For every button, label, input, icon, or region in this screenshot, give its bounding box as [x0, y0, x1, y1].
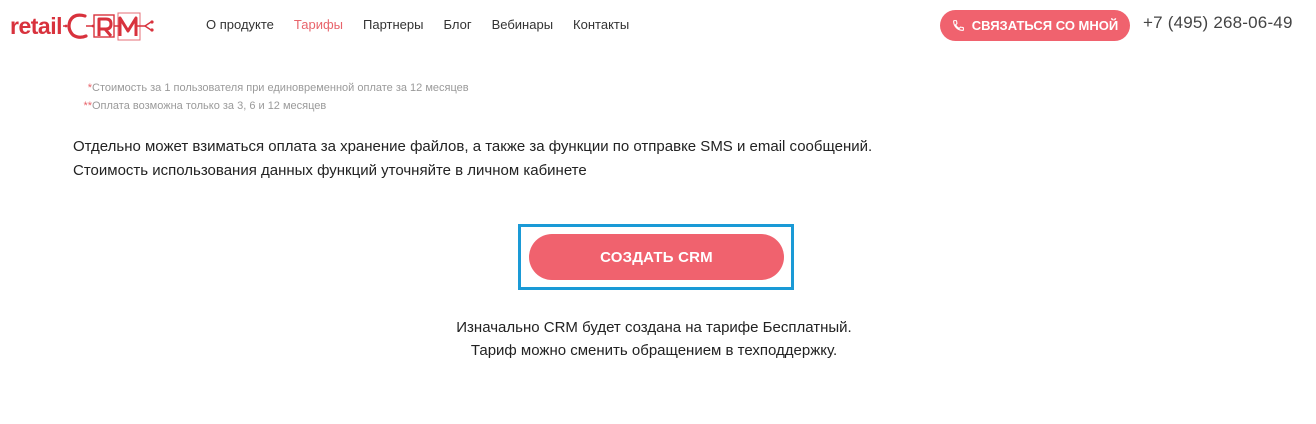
logo-prefix: retail: [10, 12, 62, 39]
nav-item-blog[interactable]: Блог: [444, 17, 472, 32]
tariff-note-line: Изначально CRM будет создана на тарифе Б…: [456, 319, 852, 336]
footnotes: * Стоимость за 1 пользователя при единов…: [72, 79, 469, 115]
footnote-text: Оплата возможна только за 3, 6 и 12 меся…: [92, 100, 327, 112]
extra-charges-description: Отдельно может взиматься оплата за хране…: [73, 135, 872, 183]
phone-number[interactable]: +7 (495) 268-06-49: [1143, 13, 1293, 33]
nav-item-product[interactable]: О продукте: [206, 17, 274, 32]
footnote-mark: *: [87, 82, 92, 94]
tariff-note-line: Тариф можно сменить обращением в техподд…: [470, 342, 838, 359]
phone-icon: [952, 19, 965, 32]
site-header: retail О продукте Тарифы Партнеры Блог В…: [0, 0, 1316, 52]
contact-me-label: СВЯЗАТЬСЯ СО МНОЙ: [971, 18, 1119, 33]
create-crm-button[interactable]: СОЗДАТЬ CRM: [529, 234, 784, 280]
page: retail О продукте Тарифы Партнеры Блог В…: [0, 0, 1316, 424]
footnote-row: * Стоимость за 1 пользователя при единов…: [72, 79, 469, 97]
contact-me-button[interactable]: СВЯЗАТЬСЯ СО МНОЙ: [940, 10, 1130, 41]
crm-logo-mark: [62, 12, 154, 41]
footnote-text: Стоимость за 1 пользователя при единовре…: [92, 82, 469, 94]
retailcrm-logo[interactable]: retail: [10, 8, 159, 44]
nav-item-webinars[interactable]: Вебинары: [492, 17, 553, 32]
footnote-mark: **: [83, 100, 92, 112]
description-line: Отдельно может взиматься оплата за хране…: [73, 138, 873, 155]
description-line: Стоимость использования данных функций у…: [73, 162, 587, 179]
main-nav: О продукте Тарифы Партнеры Блог Вебинары…: [206, 17, 649, 32]
nav-item-contacts[interactable]: Контакты: [573, 17, 629, 32]
tariff-note: Изначально CRM будет создана на тарифе Б…: [0, 316, 1316, 362]
footnote-row: ** Оплата возможна только за 3, 6 и 12 м…: [72, 97, 469, 115]
nav-item-pricing[interactable]: Тарифы: [294, 17, 343, 32]
nav-item-partners[interactable]: Партнеры: [363, 17, 423, 32]
